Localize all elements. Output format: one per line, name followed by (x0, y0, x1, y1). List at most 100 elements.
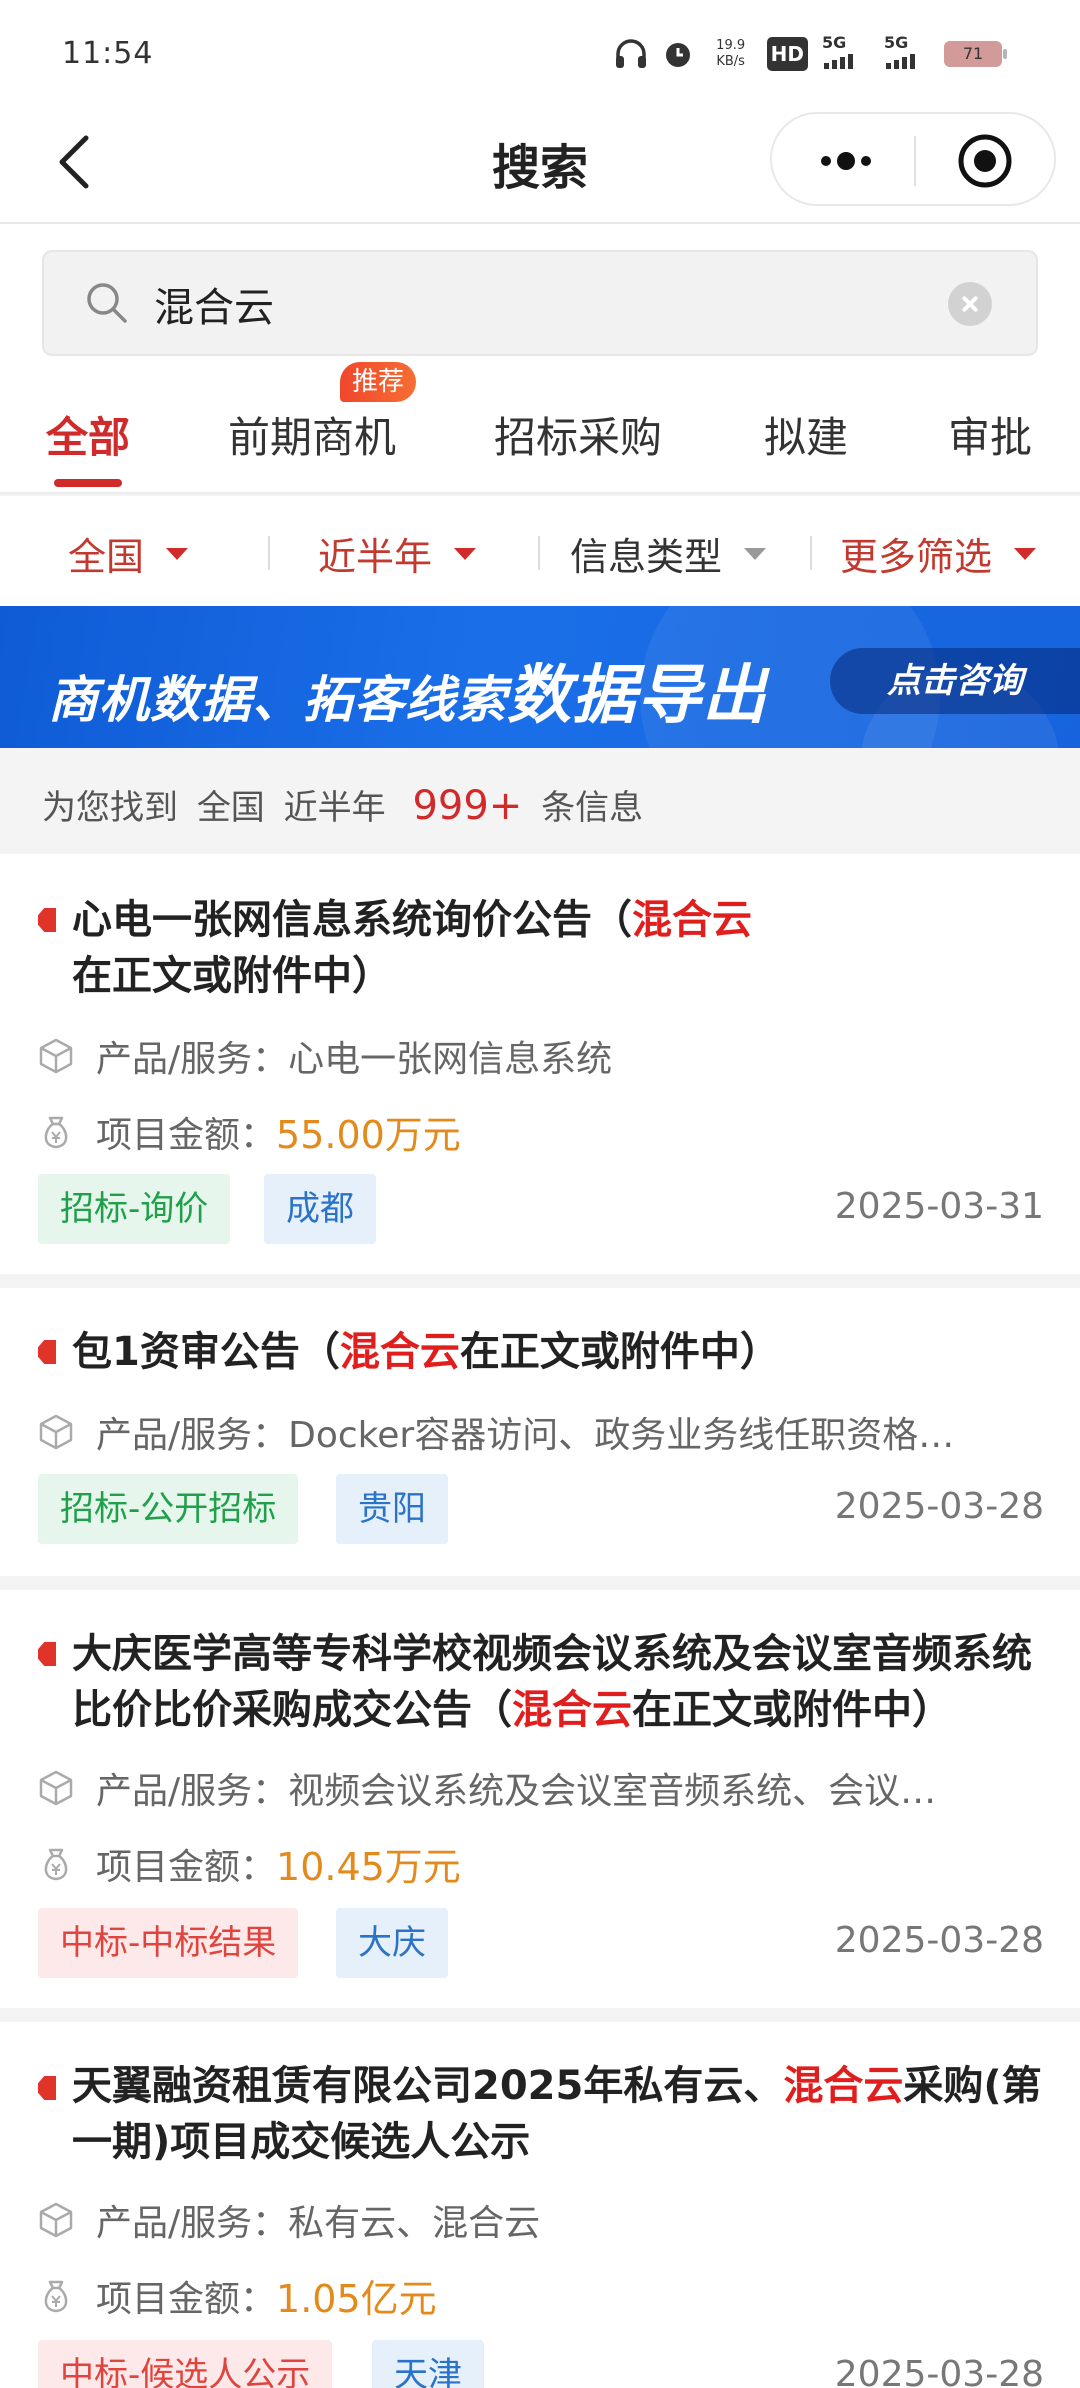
filter-region[interactable]: 全国 (68, 526, 189, 581)
result-card[interactable]: 心电一张网信息系统询价公告（混合云在正文或附件中） 产品/服务： 心电一张网信息… (0, 854, 1080, 1274)
filter-bar: 全国 近半年 信息类型 更多筛选 (0, 496, 1080, 606)
result-summary: 为您找到 全国 近半年 999+ 条信息 (0, 748, 1080, 854)
card-marker-icon (38, 2076, 56, 2100)
cube-icon (39, 1038, 73, 1074)
tab-label: 招标采购 (494, 413, 663, 462)
net-speed-unit: KB/s (716, 54, 745, 69)
banner-text-small: 商机数据、拓客线索 (48, 671, 507, 729)
title-text: 在正文或附件中） (72, 953, 392, 999)
tab-label: 审批 (948, 413, 1033, 462)
product-row: 产品/服务： 心电一张网信息系统 (36, 1030, 1046, 1082)
type-tag: 招标-询价 (38, 1174, 231, 1244)
signal-icon-sim1: 5G (820, 33, 870, 71)
tab-tender-procurement[interactable]: 招标采购 (494, 404, 662, 465)
result-card[interactable]: 包1资审公告（混合云在正文或附件中） 产品/服务： Docker容器访问、政务业… (0, 1288, 1080, 1576)
filter-label: 更多筛选 (840, 535, 993, 579)
search-area (0, 224, 1080, 362)
alarm-icon (661, 37, 695, 71)
search-input[interactable] (154, 278, 954, 330)
summary-period: 近半年 (283, 788, 386, 828)
city-tag: 天津 (372, 2340, 484, 2388)
tab-all[interactable]: 全部 (46, 404, 131, 487)
product-row: 产品/服务： 视频会议系统及会议室音频系统、会议… (36, 1762, 1046, 1814)
headphones-icon (613, 37, 649, 71)
title-text: 包1资审公告（ (72, 1329, 340, 1375)
product-label: 产品/服务： (96, 1039, 289, 1080)
product-value: 私有云、混合云 (288, 2203, 541, 2244)
publish-date: 2025-03-28 (834, 2354, 1044, 2388)
filter-label: 全国 (68, 535, 145, 579)
promo-banner[interactable]: 商机数据、拓客线索数据导出 点击咨询 (0, 606, 1080, 748)
search-box[interactable] (42, 250, 1038, 356)
product-row: 产品/服务： 私有云、混合云 (36, 2194, 1046, 2246)
nav-bar: 搜索 (0, 110, 1080, 224)
money-bag-icon (44, 2280, 68, 2312)
summary-suffix: 条信息 (541, 788, 644, 828)
city-tag: 大庆 (336, 1908, 448, 1978)
title-keyword: 混合云 (632, 897, 752, 943)
product-row: 产品/服务： Docker容器访问、政务业务线任职资格… (36, 1406, 1046, 1458)
active-tab-indicator (54, 479, 122, 487)
cube-icon (39, 2202, 73, 2238)
amount-row: 项目金额： 10.45万元 (36, 1836, 1046, 1891)
product-label: 产品/服务： (96, 2203, 289, 2244)
tab-approval[interactable]: 审批 (948, 404, 1032, 465)
city-tag: 贵阳 (336, 1474, 448, 1544)
title-text: 天翼融资租赁有限公司2025年私有云、 (72, 2063, 784, 2109)
result-title[interactable]: 大庆医学高等专科学校视频会议系统及会议室音频系统比价比价采购成交公告（混合云在正… (72, 1626, 1052, 1738)
banner-text: 商机数据、拓客线索数据导出 (48, 644, 767, 736)
cube-icon (39, 1414, 73, 1450)
type-tag: 中标-中标结果 (38, 1908, 299, 1978)
hd-icon: HD (766, 37, 808, 71)
clear-search-icon[interactable] (948, 282, 992, 326)
category-tabs: 全部 前期商机 推荐 招标采购 拟建 审批 (0, 362, 1080, 494)
title-text: 在正文或附件中） (632, 1687, 952, 1733)
title-text: 在正文或附件中） (459, 1329, 780, 1375)
more-options-icon[interactable] (806, 134, 886, 188)
sim1-label: 5G (822, 33, 847, 52)
tab-early-opportunities[interactable]: 前期商机 (228, 404, 396, 465)
title-text: 心电一张网信息系统询价公告（ (72, 897, 632, 943)
result-card[interactable]: 天翼融资租赁有限公司2025年私有云、混合云采购(第一期)项目成交候选人公示 产… (0, 2022, 1080, 2388)
tab-label: 全部 (46, 413, 131, 462)
filter-divider (538, 536, 540, 570)
dropdown-caret-icon (1014, 547, 1037, 560)
recommend-badge: 推荐 (340, 362, 417, 402)
net-speed-value: 19.9 (716, 38, 746, 53)
tab-label: 前期商机 (228, 413, 397, 462)
filter-info-type[interactable]: 信息类型 (570, 526, 767, 581)
summary-text: 为您找到 全国 近半年 999+ 条信息 (42, 780, 651, 829)
type-tag: 中标-候选人公示 (38, 2340, 333, 2388)
result-card[interactable]: 大庆医学高等专科学校视频会议系统及会议室音频系统比价比价采购成交公告（混合云在正… (0, 1590, 1080, 2008)
dropdown-caret-icon (454, 547, 477, 560)
card-marker-icon (38, 908, 56, 932)
consult-button[interactable]: 点击咨询 (830, 648, 1080, 714)
filter-divider (810, 536, 812, 570)
tab-proposed[interactable]: 拟建 (764, 404, 848, 465)
amount-label: 项目金额： (96, 1114, 277, 1156)
title-keyword: 混合云 (783, 2063, 904, 2109)
miniprogram-capsule (770, 112, 1056, 206)
amount-row: 项目金额： 1.05亿元 (36, 2268, 1046, 2323)
tab-label: 拟建 (764, 413, 849, 462)
status-time: 11:54 (62, 36, 154, 71)
money-bag-icon (44, 1848, 68, 1880)
result-title[interactable]: 天翼融资租赁有限公司2025年私有云、混合云采购(第一期)项目成交候选人公示 (72, 2058, 1052, 2170)
amount-value: 10.45万元 (276, 1845, 461, 1889)
filter-label: 信息类型 (570, 535, 723, 579)
result-title[interactable]: 包1资审公告（混合云在正文或附件中） (72, 1324, 1052, 1380)
close-miniprogram-icon[interactable] (956, 132, 1014, 190)
filter-label: 近半年 (318, 535, 433, 579)
product-label: 产品/服务： (96, 1771, 289, 1812)
filter-period[interactable]: 近半年 (318, 526, 477, 581)
product-label: 产品/服务： (96, 1415, 289, 1456)
filter-more[interactable]: 更多筛选 (840, 526, 1037, 581)
result-title[interactable]: 心电一张网信息系统询价公告（混合云在正文或附件中） (72, 892, 1052, 1004)
amount-row: 项目金额： 55.00万元 (36, 1104, 1046, 1159)
battery-icon: 71 (944, 41, 1007, 67)
hd-label: HD (770, 42, 804, 66)
cube-icon (39, 1770, 73, 1806)
battery-level: 71 (962, 44, 984, 63)
amount-label: 项目金额： (96, 1846, 277, 1888)
search-icon (84, 280, 130, 326)
